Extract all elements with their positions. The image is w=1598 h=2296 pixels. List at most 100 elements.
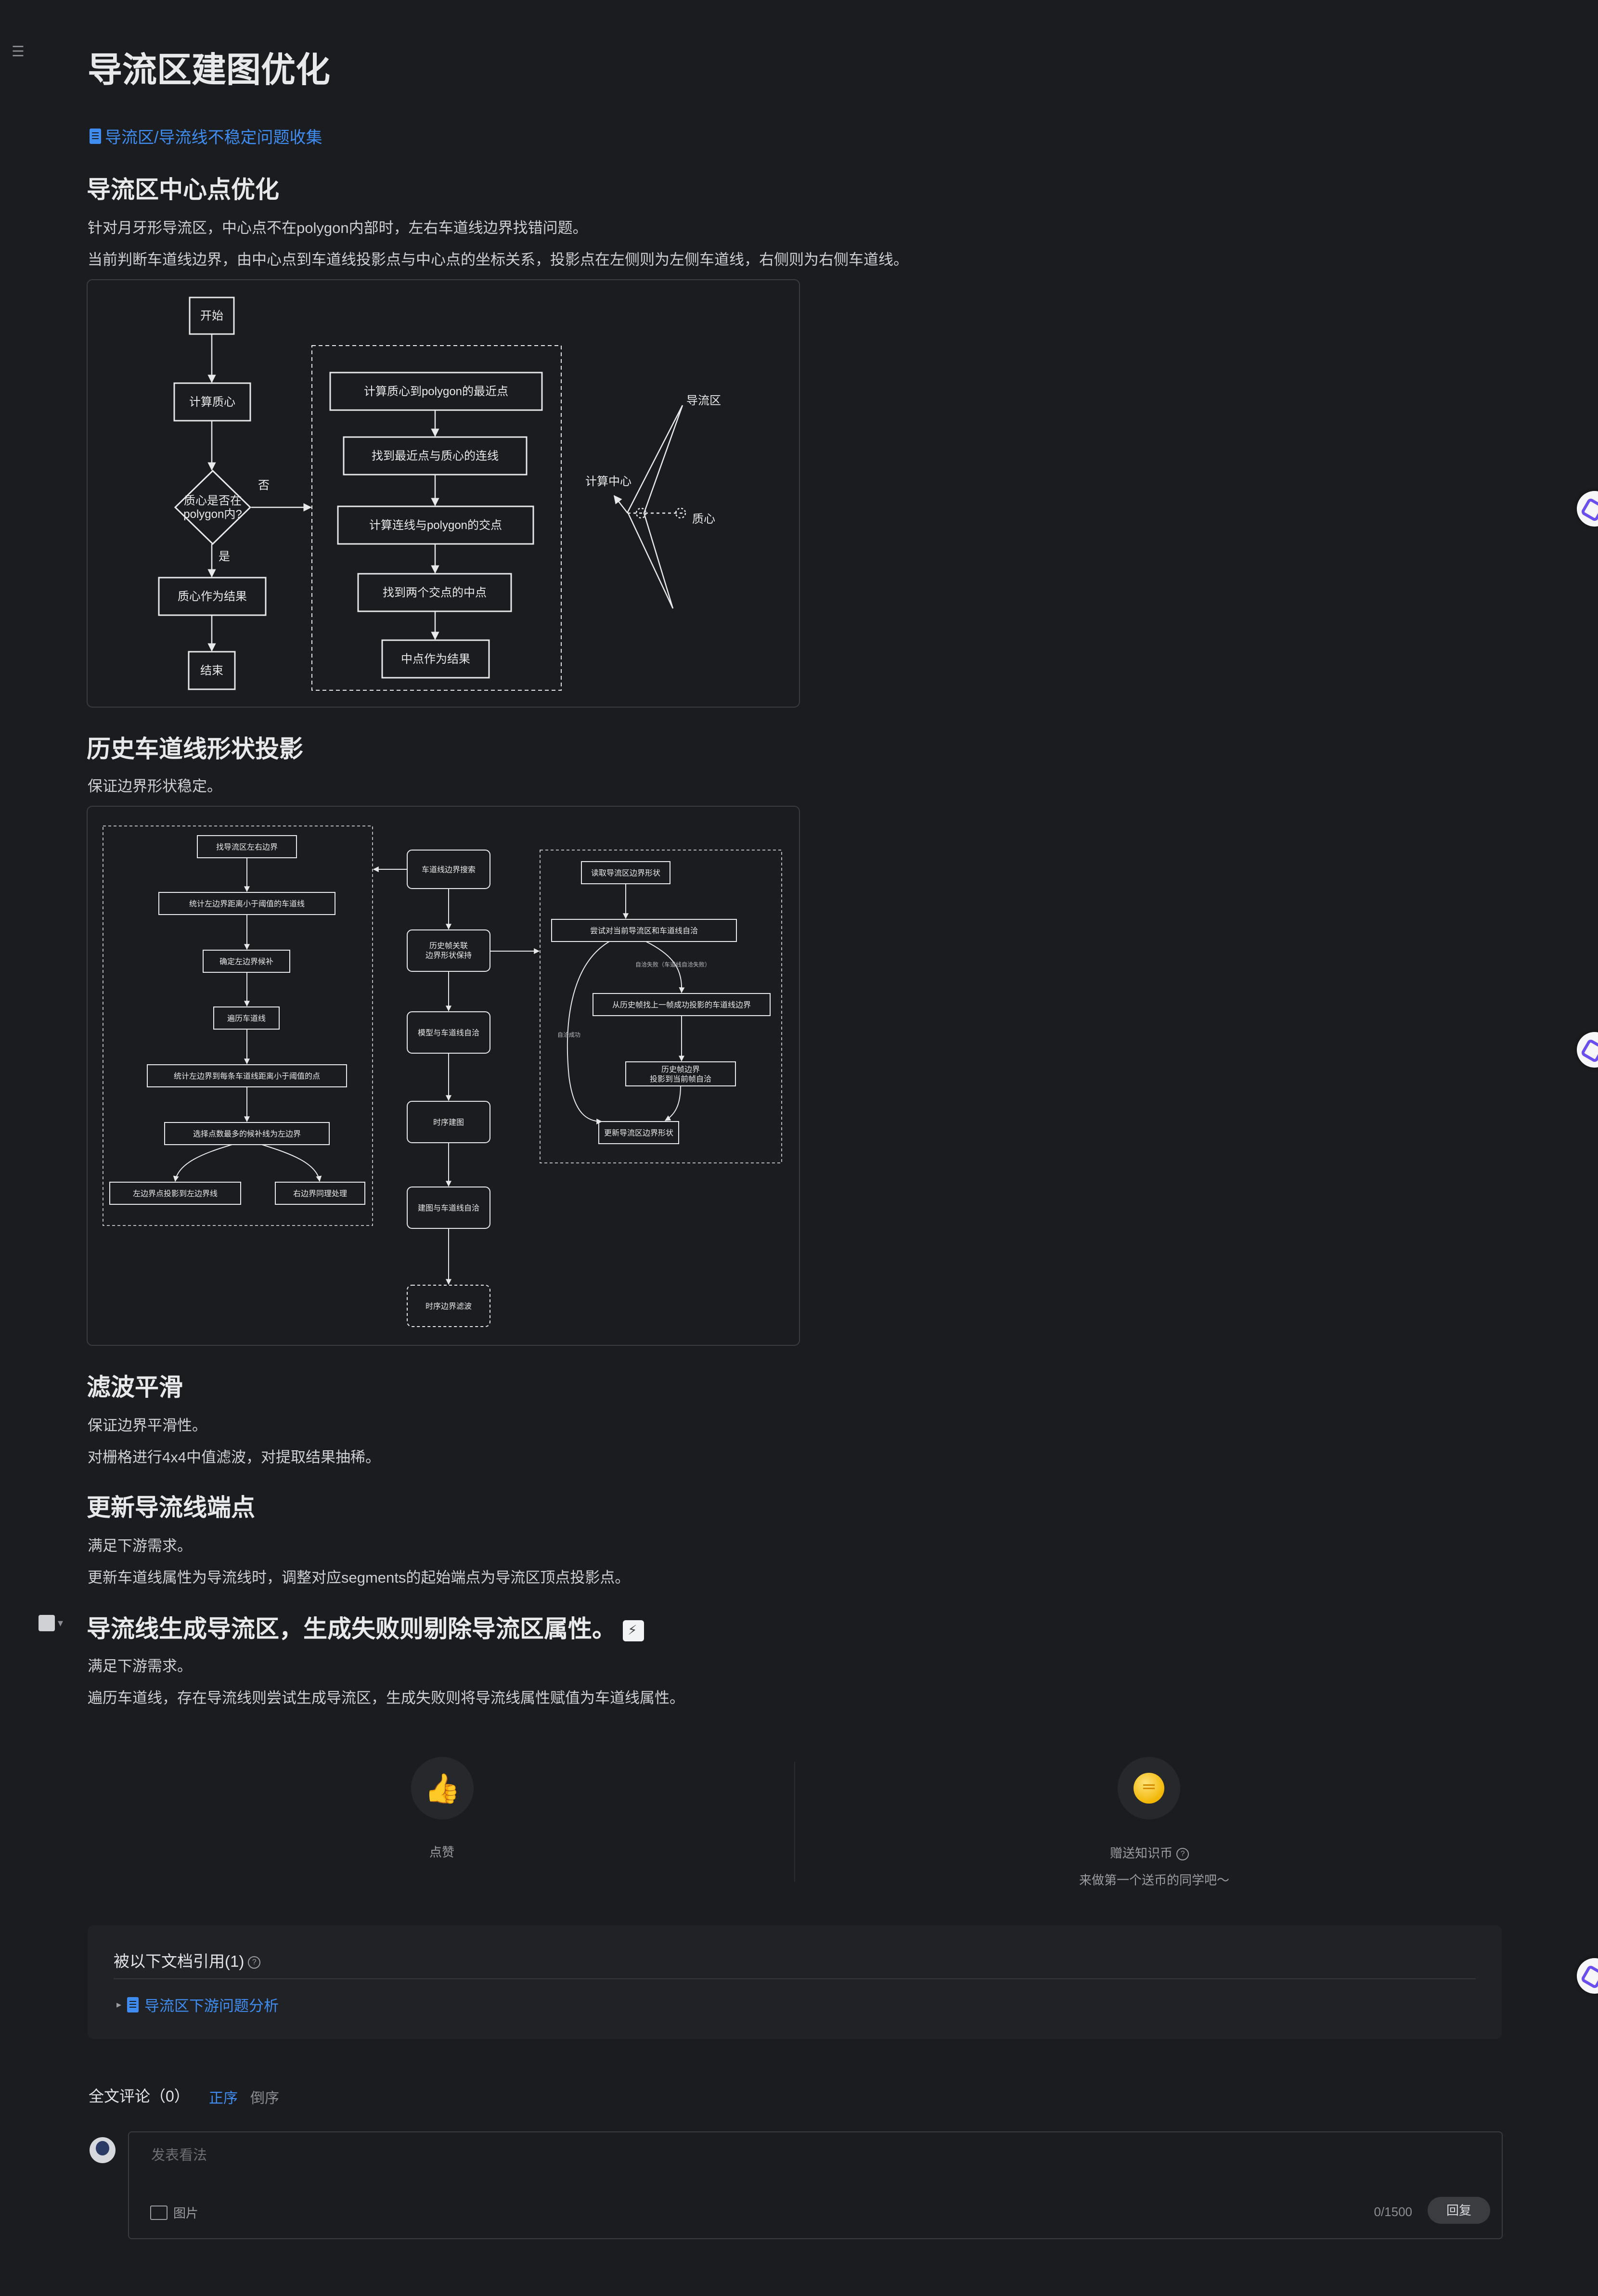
sort-asc-tab[interactable]: 正序 — [209, 2086, 238, 2107]
fc1-yes-label: 是 — [219, 550, 230, 563]
fc1-start: 开始 — [200, 310, 223, 322]
help-icon[interactable]: ? — [1176, 1848, 1189, 1861]
fc2-right-3: 从历史帧找上一帧成功投影的车道线边界 — [612, 1001, 751, 1009]
section-heading: 导流线生成导流区，生成失败则剔除导流区属性。 — [87, 1610, 644, 1644]
thumbs-up-icon: 👍 — [424, 1772, 461, 1805]
fc1-centroid-label: 质心 — [692, 513, 715, 526]
fc2-left-4: 遍历车道线 — [227, 1014, 266, 1023]
fc2-success-label: 自洽成功 — [557, 1032, 580, 1038]
assistant-float-button[interactable] — [1577, 1958, 1598, 1994]
coin-button[interactable] — [1118, 1757, 1180, 1819]
coin-label-text: 赠送知识币 — [1110, 1846, 1173, 1860]
paragraph: 更新车道线属性为导流线时，调整对应segments的起始端点为导流区顶点投影点。 — [88, 1569, 630, 1586]
fc2-left-2: 统计左边界距离小于阈值的车道线 — [189, 900, 305, 908]
assistant-float-button[interactable] — [1577, 491, 1598, 527]
paragraph: 满足下游需求。 — [88, 1658, 192, 1675]
flowchart-figure-2: 找导流区左右边界 统计左边界距离小于阈值的车道线 确定左边界候补 遍历车道线 统… — [87, 806, 800, 1346]
flowchart-1-svg: 开始 计算质心 质心是否在 polygon内? 否 是 质心作为结果 结束 计算… — [158, 297, 721, 691]
fc1-center-label: 计算中心 — [585, 475, 631, 488]
page-title: 导流区建图优化 — [88, 51, 331, 90]
fc1-centroid-result: 质心作为结果 — [178, 590, 247, 603]
flowchart-2-svg: 找导流区左右边界 统计左边界距离小于阈值的车道线 确定左边界候补 遍历车道线 统… — [103, 826, 782, 1327]
paragraph: 针对月牙形导流区，中心点不在polygon内部时，左右车道线边界找错问题。 — [88, 219, 588, 236]
doc-link[interactable]: 导流区/导流线不稳定问题收集 — [90, 124, 322, 148]
fc1-area-label: 导流区 — [686, 394, 721, 407]
fc2-mid-2a: 历史帧关联 — [429, 942, 468, 950]
fc1-step-2: 找到最近点与质心的连线 — [372, 450, 499, 463]
fc2-right-4a: 历史帧边界 — [661, 1065, 700, 1074]
fc2-mid-4: 时序建图 — [433, 1118, 464, 1127]
fc1-step-4: 找到两个交点的中点 — [383, 586, 487, 599]
section-heading: 历史车道线形状投影 — [87, 735, 303, 762]
fc1-step-3: 计算连线与polygon的交点 — [369, 519, 502, 532]
section-heading: 滤波平滑 — [87, 1374, 183, 1401]
fc2-left-5: 统计左边界到每条车道线距离小于阈值的点 — [174, 1072, 320, 1081]
paragraph: 当前判断车道线边界，由中心点到车道线投影点与中心点的坐标关系，投影点在左侧则为左… — [88, 251, 908, 268]
fc1-no-label: 否 — [258, 479, 270, 492]
fc2-left-8: 右边界同理处理 — [293, 1189, 347, 1198]
coin-label: 赠送知识币? — [1110, 1844, 1189, 1861]
ai-assist-icon[interactable] — [623, 1620, 644, 1641]
references-panel: 被以下文档引用(1)? ▸ 导流区下游问题分析 — [88, 1925, 1502, 2039]
fc2-right-5: 更新导流区边界形状 — [604, 1129, 673, 1137]
block-handle[interactable]: ▾ — [39, 1615, 63, 1631]
section-heading: 更新导流线端点 — [87, 1494, 255, 1521]
fc2-left-1: 找导流区左右边界 — [216, 843, 278, 851]
like-label: 点赞 — [429, 1845, 455, 1859]
divider — [114, 1978, 1476, 1979]
sort-desc-tab[interactable]: 倒序 — [250, 2086, 279, 2107]
fc2-mid-6: 时序边界滤波 — [425, 1302, 472, 1311]
block-type-icon[interactable] — [39, 1615, 55, 1631]
like-button[interactable]: 👍 — [411, 1757, 474, 1819]
fc2-right-2: 尝试对当前导流区和车道线自洽 — [590, 927, 698, 935]
fc1-decision-line1: 质心是否在 — [184, 494, 242, 507]
reference-item[interactable]: ▸ 导流区下游问题分析 — [116, 1994, 279, 2015]
image-icon — [150, 2205, 168, 2220]
fc2-mid-5: 建图与车道线自洽 — [418, 1204, 479, 1212]
section-heading-text: 导流线生成导流区，生成失败则剔除导流区属性。 — [87, 1615, 616, 1642]
references-title: 被以下文档引用(1)? — [114, 1948, 261, 1972]
comments-heading: 全文评论（0） — [89, 2088, 190, 2105]
fc2-mid-3: 模型与车道线自洽 — [418, 1029, 479, 1037]
comment-input[interactable]: 发表看法 — [151, 2144, 207, 2164]
menu-icon[interactable]: ☰ — [12, 43, 31, 64]
paragraph: 满足下游需求。 — [88, 1537, 192, 1554]
fc2-left-7: 左边界点投影到左边界线 — [133, 1189, 218, 1198]
coin-hint: 来做第一个送币的同学吧～ — [1079, 1873, 1230, 1887]
paragraph: 保证边界平滑性。 — [88, 1417, 207, 1434]
chevron-down-icon[interactable]: ▾ — [58, 1617, 63, 1629]
flowchart-figure-1: 开始 计算质心 质心是否在 polygon内? 否 是 质心作为结果 结束 计算… — [87, 279, 800, 708]
fc2-right-4b: 投影到当前帧自洽 — [650, 1075, 711, 1084]
fc1-step-5: 中点作为结果 — [401, 653, 470, 666]
fc2-left-6: 选择点数最多的候补线为左边界 — [193, 1130, 301, 1138]
assistant-float-button[interactable] — [1577, 1032, 1598, 1068]
image-upload-button[interactable]: 图片 — [150, 2204, 198, 2221]
fc2-right-1: 读取导流区边界形状 — [591, 869, 660, 877]
avatar — [90, 2137, 116, 2163]
fc2-mid-1: 车道线边界搜索 — [422, 865, 476, 874]
reaction-divider — [794, 1762, 795, 1882]
fc1-step-1: 计算质心到polygon的最近点 — [364, 385, 508, 398]
paragraph: 遍历车道线，存在导流线则尝试生成导流区，生成失败则将导流线属性赋值为车道线属性。 — [88, 1690, 684, 1706]
reference-item-label[interactable]: 导流区下游问题分析 — [144, 1994, 279, 2015]
document-icon — [90, 128, 101, 144]
reply-button[interactable]: 回复 — [1428, 2197, 1490, 2224]
paragraph: 对栅格进行4x4中值滤波，对提取结果抽稀。 — [88, 1449, 380, 1466]
fc2-mid-2b: 边界形状保持 — [425, 951, 472, 960]
doc-link-label[interactable]: 导流区/导流线不稳定问题收集 — [105, 124, 322, 148]
fc1-calc-centroid: 计算质心 — [189, 396, 235, 409]
document-icon — [127, 1997, 139, 2012]
fc1-decision-line2: polygon内? — [183, 508, 242, 521]
coin-icon — [1134, 1773, 1164, 1804]
fc2-fail-label: 自洽失败（车道线自洽失败） — [635, 961, 710, 968]
comment-editor[interactable]: 发表看法 图片 0/1500 回复 — [128, 2131, 1503, 2239]
fc2-left-3: 确定左边界候补 — [219, 957, 273, 966]
chevron-right-icon[interactable]: ▸ — [116, 1999, 121, 2011]
section-heading: 导流区中心点优化 — [87, 176, 279, 203]
help-icon[interactable]: ? — [248, 1956, 261, 1969]
fc1-end: 结束 — [200, 664, 223, 677]
paragraph: 保证边界形状稳定。 — [88, 778, 222, 795]
references-title-text: 被以下文档引用(1) — [114, 1952, 245, 1970]
char-count: 0/1500 — [1374, 2205, 1412, 2219]
image-upload-label: 图片 — [173, 2206, 199, 2220]
